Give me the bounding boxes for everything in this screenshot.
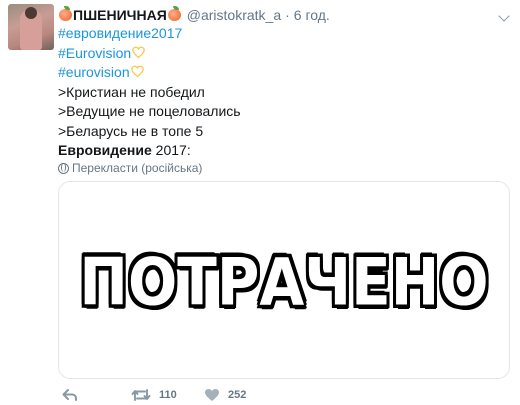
media-image[interactable]: ПОТРАЧЕНО <box>58 181 510 379</box>
tweet-text-line: >Ведущие не поцеловались <box>58 103 241 119</box>
tweet-text-line: Евровидение 2017: <box>58 141 510 161</box>
hashtag-link[interactable]: #евровидение2017 <box>58 25 182 41</box>
tweet-actions: 110 252 <box>58 388 510 405</box>
tweet-text-line: >Кристиан не победил <box>58 83 205 100</box>
reply-icon <box>62 389 77 401</box>
retweet-count: 110 <box>159 389 177 401</box>
reply-button[interactable] <box>62 388 78 402</box>
like-count: 252 <box>228 389 247 401</box>
hashtag-line: #Eurovision <box>58 44 510 64</box>
avatar[interactable] <box>8 4 54 50</box>
hashtag-link[interactable]: #Eurovision <box>58 45 131 61</box>
retweet-icon <box>131 389 151 401</box>
author-name[interactable]: ПШЕНИЧНАЯ <box>73 7 167 23</box>
tweet-body: ПШЕНИЧНАЯ @aristokratk_a · 6 год. #евров… <box>58 6 510 161</box>
translate-link[interactable]: Перекласти (російська) <box>58 161 202 175</box>
hashtag-line: #eurovision <box>58 63 510 83</box>
author-handle[interactable]: @aristokratk_a <box>187 7 281 23</box>
yellow-heart-icon <box>132 46 145 58</box>
tweet-text-line: >Беларусь не в топе 5 <box>58 122 204 139</box>
like-button[interactable]: 252 <box>204 388 246 402</box>
hashtag-line: #евровидение2017 <box>58 24 510 44</box>
separator-dot: · <box>285 7 290 23</box>
media-caption: ПОТРАЧЕНО <box>79 243 489 321</box>
text-suffix: 2017: <box>151 142 191 158</box>
tweet-header: ПШЕНИЧНАЯ @aristokratk_a · 6 год. <box>58 6 510 24</box>
retweet-button[interactable]: 110 <box>131 388 177 402</box>
peach-icon <box>59 6 72 21</box>
yellow-heart-icon <box>130 65 144 78</box>
avatar-head <box>25 7 37 19</box>
tweet-time[interactable]: 6 год. <box>294 7 330 23</box>
translate-label: Перекласти (російська) <box>72 161 203 175</box>
hashtag-link[interactable]: #eurovision <box>58 64 130 80</box>
heart-icon <box>205 389 219 401</box>
bold-text: Евровидение <box>58 142 152 158</box>
peach-icon <box>167 6 181 21</box>
globe-icon <box>58 162 69 174</box>
